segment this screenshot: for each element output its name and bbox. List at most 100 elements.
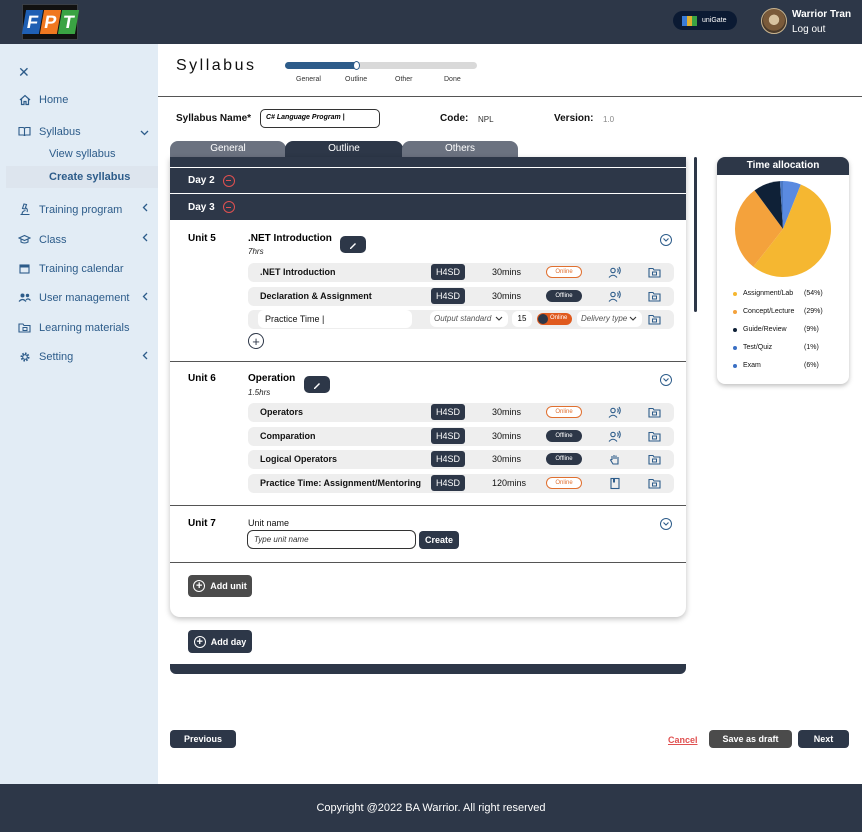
sidebar-item-syllabus[interactable]: Syllabus bbox=[18, 125, 81, 138]
output-standard-placeholder: Output standard bbox=[434, 314, 492, 323]
sidebar-item-label: User management bbox=[39, 291, 130, 304]
graduation-icon bbox=[18, 233, 31, 246]
lesson-name: Operators bbox=[260, 407, 304, 417]
day-row-partial[interactable] bbox=[170, 157, 686, 167]
lesson-row[interactable]: .NET Introduction H4SD 30mins Online bbox=[248, 263, 674, 282]
sidebar-item-training-program[interactable]: Training program bbox=[18, 203, 122, 216]
header-divider bbox=[158, 96, 862, 97]
book-icon bbox=[18, 125, 31, 138]
lesson-row[interactable]: Logical Operators H4SD 30mins Offline bbox=[248, 450, 674, 469]
folder-icon[interactable] bbox=[648, 478, 661, 489]
fpt-logo[interactable]: F P T bbox=[21, 4, 79, 40]
add-day-label: Add day bbox=[210, 636, 247, 647]
delivery-mode-badge: Online bbox=[546, 406, 582, 418]
cancel-link[interactable]: Cancel bbox=[668, 735, 698, 745]
duration-input[interactable]: 15 bbox=[512, 311, 532, 327]
tab-general[interactable]: General bbox=[170, 141, 286, 157]
progress-handle bbox=[353, 61, 360, 70]
edit-unit-button[interactable] bbox=[340, 236, 366, 253]
legend-label: Test/Quiz bbox=[743, 344, 773, 351]
voice-icon bbox=[608, 406, 621, 418]
output-standard-badge[interactable]: H4SD bbox=[431, 404, 465, 420]
remove-day-icon[interactable] bbox=[222, 201, 235, 213]
lesson-name-input[interactable]: Practice Time | bbox=[258, 310, 412, 328]
close-icon[interactable]: ✕ bbox=[18, 64, 30, 81]
lesson-duration: 30mins bbox=[492, 407, 522, 417]
avatar[interactable] bbox=[761, 8, 787, 34]
voice-icon bbox=[608, 290, 621, 302]
add-day-button[interactable]: + Add day bbox=[188, 630, 252, 653]
lesson-row[interactable]: Practice Time: Assignment/Mentoring H4SD 1… bbox=[248, 473, 674, 493]
tab-others[interactable]: Others bbox=[402, 141, 518, 157]
legend-percent: (9%) bbox=[804, 326, 819, 333]
syllabus-name-label: Syllabus Name* bbox=[176, 113, 252, 124]
unit-divider bbox=[170, 562, 686, 563]
sidebar-item-label: Class bbox=[39, 233, 67, 246]
add-unit-label: Add unit bbox=[210, 581, 247, 591]
unit-label: Unit 5 bbox=[188, 233, 216, 244]
lesson-row[interactable]: Declaration & Assignment H4SD 30mins Offlin… bbox=[248, 286, 674, 306]
chevron-down-icon[interactable] bbox=[140, 130, 149, 136]
create-unit-button[interactable]: Create bbox=[419, 531, 459, 549]
collapse-unit-icon[interactable] bbox=[660, 518, 672, 530]
previous-button[interactable]: Previous bbox=[170, 730, 236, 748]
output-standard-badge[interactable]: H4SD bbox=[431, 287, 465, 304]
edit-unit-button[interactable] bbox=[304, 376, 330, 393]
add-unit-button[interactable]: + Add unit bbox=[188, 575, 252, 597]
unit-name-input[interactable]: Type unit name bbox=[247, 530, 416, 549]
unit-title: Operation bbox=[248, 373, 296, 384]
chevron-left-icon[interactable] bbox=[142, 292, 148, 301]
remove-day-icon[interactable] bbox=[222, 174, 235, 187]
scrollbar[interactable] bbox=[694, 157, 697, 312]
output-standard-badge[interactable]: H4SD bbox=[431, 451, 465, 467]
folder-icon[interactable] bbox=[648, 291, 661, 302]
folder-icon[interactable] bbox=[648, 267, 661, 278]
folder-icon[interactable] bbox=[648, 407, 661, 418]
next-button[interactable]: Next bbox=[798, 730, 849, 748]
sidebar-item-label: Setting bbox=[39, 350, 74, 363]
output-standard-badge[interactable]: H4SD bbox=[431, 474, 465, 491]
sidebar-subitem-view-syllabus[interactable]: View syllabus bbox=[49, 148, 115, 160]
sidebar-item-setting[interactable]: Setting bbox=[18, 350, 73, 363]
folder-icon bbox=[18, 321, 31, 334]
unit-name-label: Unit name bbox=[248, 518, 290, 528]
unigate-badge[interactable]: uniGate bbox=[673, 11, 737, 30]
page-title: Syllabus bbox=[176, 57, 257, 74]
sidebar-item-user-management[interactable]: User management bbox=[18, 291, 130, 304]
online-toggle[interactable]: Online bbox=[537, 313, 572, 325]
output-standard-select[interactable]: Output standard bbox=[430, 311, 508, 327]
collapse-unit-icon[interactable] bbox=[660, 234, 672, 246]
tab-outline[interactable]: Outline bbox=[285, 141, 403, 157]
lesson-row[interactable]: Comparation H4SD 30mins Offline bbox=[248, 426, 674, 446]
lesson-row[interactable]: Operators H4SD 30mins Online bbox=[248, 403, 674, 422]
sidebar-item-class[interactable]: Class bbox=[18, 233, 67, 246]
folder-icon[interactable] bbox=[648, 454, 661, 465]
sidebar-item-training-calendar[interactable]: Training calendar bbox=[18, 262, 124, 275]
day-row[interactable]: Day 3 bbox=[170, 194, 686, 220]
output-standard-badge[interactable]: H4SD bbox=[431, 264, 465, 280]
chevron-left-icon[interactable] bbox=[142, 351, 148, 360]
lesson-name: Practice Time: Assignment/Mentoring bbox=[260, 477, 422, 488]
unigate-label: uniGate bbox=[702, 17, 727, 24]
delivery-type-select[interactable]: Delivery type bbox=[577, 311, 642, 327]
collapse-unit-icon[interactable] bbox=[660, 374, 672, 386]
day-row[interactable]: Day 2 bbox=[170, 168, 686, 193]
chevron-left-icon[interactable] bbox=[142, 203, 148, 212]
sidebar-item-home[interactable]: Home bbox=[18, 93, 68, 106]
logout-link[interactable]: Log out bbox=[792, 24, 825, 35]
legend-label: Assignment/Lab bbox=[743, 290, 794, 297]
book-icon bbox=[610, 477, 620, 489]
syllabus-name-input[interactable]: C# Language Program | bbox=[260, 109, 380, 128]
save-as-draft-button[interactable]: Save as draft bbox=[709, 730, 792, 748]
sidebar-subitem-create-syllabus[interactable]: Create syllabus bbox=[49, 171, 130, 183]
day-label: Day 3 bbox=[188, 201, 215, 213]
add-lesson-icon[interactable]: + bbox=[248, 333, 264, 349]
voice-icon bbox=[608, 266, 621, 278]
folder-icon[interactable] bbox=[648, 314, 661, 325]
sidebar-item-learning-materials[interactable]: Learning materials bbox=[18, 321, 130, 334]
folder-icon[interactable] bbox=[648, 431, 661, 442]
output-standard-badge[interactable]: H4SD bbox=[431, 427, 465, 444]
legend-percent: (54%) bbox=[804, 290, 823, 297]
legend-item: Guide/Review (9%) bbox=[733, 326, 819, 333]
chevron-left-icon[interactable] bbox=[142, 233, 148, 242]
